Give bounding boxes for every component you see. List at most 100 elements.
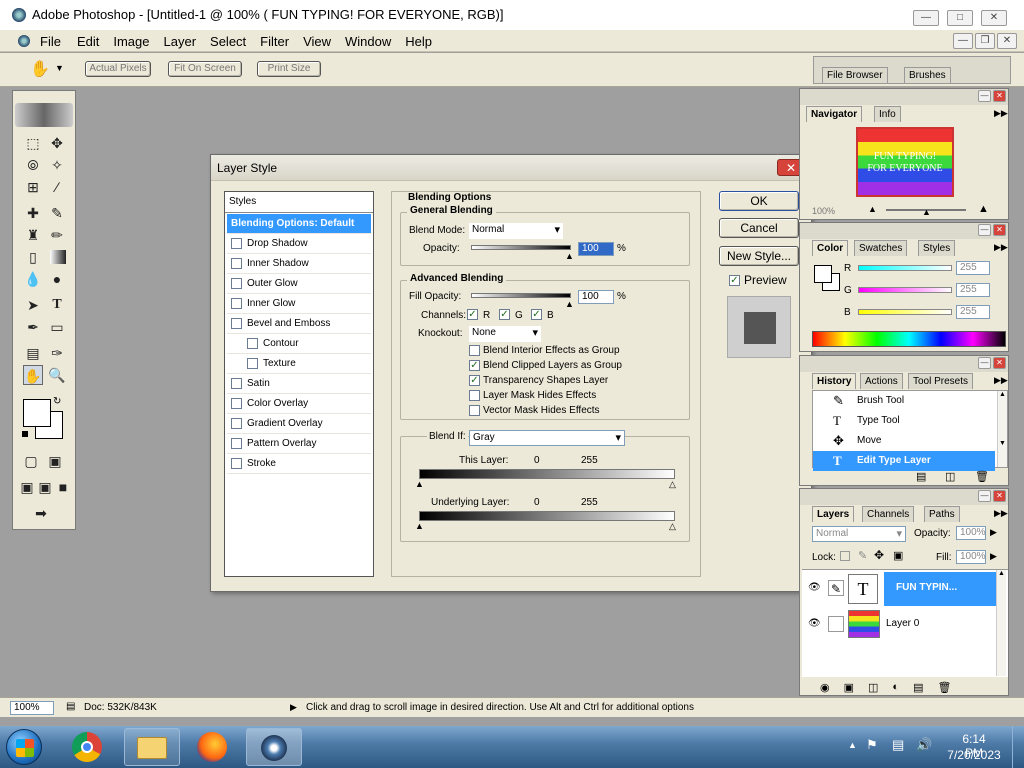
- layer-opacity-field[interactable]: 100%: [956, 526, 986, 540]
- style-checkbox[interactable]: [247, 338, 258, 349]
- crop-tool-icon[interactable]: ⊞: [23, 177, 43, 197]
- chevron-right-icon[interactable]: ▶: [990, 551, 997, 562]
- gradient-tool-icon[interactable]: [50, 250, 66, 264]
- print-size-button[interactable]: Print Size: [257, 61, 321, 77]
- tray-network-icon[interactable]: ▤: [892, 737, 904, 753]
- tab-paths[interactable]: Paths: [924, 506, 960, 522]
- blend-mode-select[interactable]: Normal: [469, 223, 563, 239]
- palette-minimize-button[interactable]: —: [978, 90, 991, 102]
- tab-info[interactable]: Info: [874, 106, 901, 122]
- tray-volume-icon[interactable]: 🔊: [916, 737, 932, 753]
- lasso-tool-icon[interactable]: ⦾: [23, 155, 43, 175]
- status-play-icon[interactable]: ▶: [290, 702, 297, 713]
- history-item[interactable]: T Edit Type Layer: [813, 451, 995, 471]
- hand-tool-icon[interactable]: ✋: [23, 365, 43, 385]
- pen-tool-icon[interactable]: ✒: [23, 317, 43, 337]
- doc-close-button[interactable]: ✕: [997, 33, 1017, 49]
- tab-brushes[interactable]: Brushes: [904, 67, 951, 83]
- add-layer-style-icon[interactable]: ◉: [820, 681, 830, 694]
- ok-button[interactable]: OK: [719, 191, 799, 211]
- history-item[interactable]: ✎ Brush Tool: [813, 391, 995, 411]
- underlying-layer-gradient[interactable]: [419, 511, 675, 521]
- opacity-slider-track[interactable]: [471, 245, 571, 250]
- b-value[interactable]: 255: [956, 305, 990, 319]
- notes-tool-icon[interactable]: ▤: [23, 343, 43, 363]
- doc-restore-button[interactable]: ❐: [975, 33, 995, 49]
- history-item[interactable]: T Type Tool: [813, 411, 995, 431]
- style-item[interactable]: Inner Shadow: [227, 254, 371, 274]
- clone-stamp-tool-icon[interactable]: ♜: [23, 225, 43, 245]
- tab-actions[interactable]: Actions: [860, 373, 903, 389]
- dialog-title-bar[interactable]: Layer Style ✕: [211, 155, 811, 181]
- palette-close-button[interactable]: ✕: [993, 357, 1006, 369]
- tab-file-browser[interactable]: File Browser: [822, 67, 888, 83]
- palette-menu-arrow[interactable]: ▶▶: [994, 508, 1008, 519]
- tab-styles[interactable]: Styles: [918, 240, 956, 256]
- tray-show-hidden-icon[interactable]: ▲: [848, 740, 857, 750]
- eraser-tool-icon[interactable]: ▯: [23, 247, 43, 267]
- blend-option-checkbox[interactable]: ✓: [469, 375, 480, 386]
- lock-move-icon[interactable]: ✥: [874, 548, 884, 562]
- foreground-color-swatch[interactable]: [23, 399, 51, 427]
- palette-close-button[interactable]: ✕: [993, 224, 1006, 236]
- tab-tool-presets[interactable]: Tool Presets: [908, 373, 974, 389]
- marquee-tool-icon[interactable]: ⬚: [23, 133, 43, 153]
- b-slider[interactable]: [858, 309, 952, 315]
- new-group-icon[interactable]: ◫: [868, 681, 878, 694]
- fill-opacity-slider-thumb[interactable]: ▲: [565, 299, 574, 309]
- opacity-slider-thumb[interactable]: ▲: [565, 251, 574, 261]
- minimize-window-button[interactable]: —: [913, 10, 939, 26]
- layer-link-brush-icon[interactable]: ✎: [828, 580, 844, 596]
- style-checkbox[interactable]: [231, 458, 242, 469]
- palette-minimize-button[interactable]: —: [978, 224, 991, 236]
- history-delete-icon[interactable]: 🗑: [975, 470, 989, 483]
- palette-minimize-button[interactable]: —: [978, 357, 991, 369]
- delete-layer-icon[interactable]: 🗑: [937, 681, 951, 694]
- close-window-button[interactable]: ✕: [981, 10, 1007, 26]
- navigator-zoom-thumb[interactable]: ▲: [922, 207, 931, 217]
- hand-tool-preset-icon[interactable]: ✋: [30, 59, 50, 79]
- fill-opacity-input[interactable]: 100: [578, 290, 614, 304]
- history-item[interactable]: ✥ Move: [813, 431, 995, 451]
- zoom-out-icon[interactable]: ▲: [868, 204, 877, 214]
- palette-menu-arrow[interactable]: ▶▶: [994, 242, 1008, 253]
- g-value[interactable]: 255: [956, 283, 990, 297]
- screen-mode-full-icon[interactable]: ■: [53, 477, 73, 497]
- file-explorer-taskbar-icon[interactable]: [124, 728, 180, 766]
- quick-mask-mode-icon[interactable]: ▣: [45, 451, 65, 471]
- palette-minimize-button[interactable]: —: [978, 490, 991, 502]
- brush-tool-icon[interactable]: ✎: [47, 203, 67, 223]
- channel-r-checkbox[interactable]: ✓: [467, 309, 478, 320]
- dodge-tool-icon[interactable]: ●: [47, 269, 67, 289]
- style-item[interactable]: Satin: [227, 374, 371, 394]
- style-checkbox[interactable]: [247, 358, 258, 369]
- tab-color[interactable]: Color: [812, 240, 849, 256]
- screen-mode-standard-icon[interactable]: ▣: [17, 477, 37, 497]
- menu-filter[interactable]: Filter: [254, 34, 297, 49]
- jump-to-imageready-icon[interactable]: ➡: [31, 503, 51, 523]
- tab-history[interactable]: History: [812, 373, 857, 389]
- layer-blend-mode-select[interactable]: Normal: [812, 526, 906, 542]
- fill-opacity-slider-track[interactable]: [471, 293, 571, 298]
- history-brush-tool-icon[interactable]: ✏: [47, 225, 67, 245]
- menu-layer[interactable]: Layer: [158, 34, 205, 49]
- style-item[interactable]: Color Overlay: [227, 394, 371, 414]
- maximize-window-button[interactable]: □: [947, 10, 973, 26]
- blend-option-checkbox[interactable]: [469, 405, 480, 416]
- chevron-right-icon[interactable]: ▶: [990, 527, 997, 538]
- slice-tool-icon[interactable]: ∕: [47, 177, 67, 197]
- menu-edit[interactable]: Edit: [69, 34, 107, 49]
- tray-action-center-icon[interactable]: ⚑: [866, 737, 878, 753]
- add-mask-icon[interactable]: ▣: [844, 681, 854, 694]
- cancel-button[interactable]: Cancel: [719, 218, 799, 238]
- style-checkbox[interactable]: [231, 438, 242, 449]
- standard-mode-icon[interactable]: ▢: [21, 451, 41, 471]
- r-value[interactable]: 255: [956, 261, 990, 275]
- menu-help[interactable]: Help: [399, 34, 440, 49]
- photoshop-taskbar-icon[interactable]: [246, 728, 302, 766]
- layers-scrollbar[interactable]: ▲: [996, 570, 1006, 676]
- blend-option-checkbox[interactable]: [469, 345, 480, 356]
- history-new-document-icon[interactable]: ▤: [916, 470, 926, 483]
- style-item[interactable]: Contour: [227, 334, 371, 354]
- underlying-black-thumb[interactable]: ▲: [415, 521, 424, 531]
